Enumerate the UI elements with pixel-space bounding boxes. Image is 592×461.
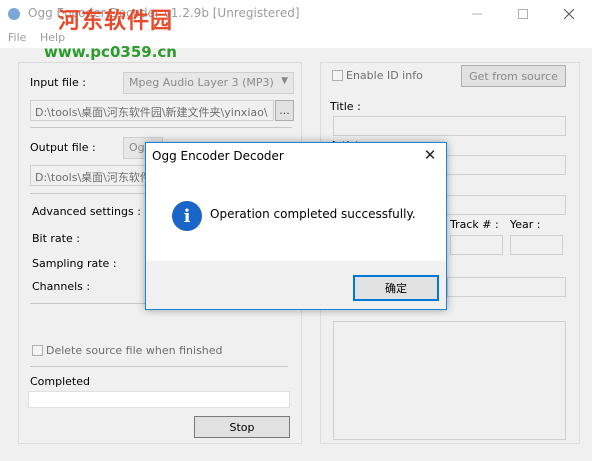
input-path-field[interactable]: D:\tools\桌面\河东软件园\新建文件夹\yinxiao\	[30, 100, 274, 121]
enable-id-label: Enable ID info	[346, 69, 423, 82]
delete-source-checkbox[interactable]	[32, 345, 43, 356]
title-label: Title :	[330, 100, 361, 113]
output-format-value: Og	[129, 141, 145, 154]
status-label: Completed	[30, 375, 90, 388]
genre-field[interactable]	[447, 277, 566, 297]
advanced-settings-label: Advanced settings :	[32, 205, 141, 218]
output-file-label: Output file :	[30, 141, 96, 154]
dialog-title: Ogg Encoder Decoder	[152, 149, 284, 163]
dialog-footer: 确定	[146, 261, 446, 309]
chevron-down-icon: ▼	[281, 76, 288, 86]
main-window: Ogg Encoder Decoder v1.2.9b [Unregistere…	[0, 0, 592, 461]
info-icon: i	[172, 201, 202, 231]
dialog-body: i Operation completed successfully.	[146, 173, 446, 261]
input-format-select[interactable]: Mpeg Audio Layer 3 (MP3) ▼	[123, 72, 294, 94]
output-path-field[interactable]: D:\tools\桌面\河东软件	[30, 165, 150, 186]
close-icon	[564, 9, 574, 19]
channels-label: Channels :	[32, 280, 91, 293]
close-button[interactable]	[546, 0, 592, 28]
track-label: Track # :	[450, 218, 499, 231]
maximize-icon	[518, 9, 528, 19]
track-field[interactable]	[450, 235, 503, 255]
divider	[30, 193, 150, 194]
input-file-label: Input file :	[30, 76, 86, 89]
comment-field[interactable]	[333, 321, 566, 440]
dialog-message: Operation completed successfully.	[210, 207, 416, 221]
watermark-url: www.pc0359.cn	[44, 43, 177, 61]
delete-source-label: Delete source file when finished	[46, 344, 223, 357]
year-field[interactable]	[510, 235, 563, 255]
info-icon-glyph: i	[183, 205, 191, 227]
input-format-value: Mpeg Audio Layer 3 (MP3)	[129, 76, 274, 89]
progress-bar	[28, 391, 290, 408]
browse-input-button[interactable]: ...	[275, 100, 294, 121]
app-icon	[8, 8, 20, 20]
title-field[interactable]	[333, 116, 566, 136]
bit-rate-label: Bit rate :	[32, 232, 80, 245]
dialog-close-icon[interactable]: ✕	[420, 146, 440, 164]
menu-file[interactable]: File	[8, 31, 26, 44]
watermark-brand: 河东软件园	[58, 8, 174, 34]
stop-button[interactable]: Stop	[194, 416, 290, 438]
maximize-button[interactable]	[500, 0, 546, 28]
ok-button[interactable]: 确定	[353, 275, 439, 301]
divider	[30, 366, 288, 367]
year-label: Year :	[510, 218, 541, 231]
message-dialog: Ogg Encoder Decoder ✕ i Operation comple…	[145, 142, 447, 310]
divider	[30, 303, 145, 304]
get-from-source-button[interactable]: Get from source	[461, 65, 566, 87]
enable-id-checkbox[interactable]	[332, 70, 343, 81]
minimize-icon	[472, 13, 482, 15]
minimize-button[interactable]	[454, 0, 500, 28]
divider	[30, 127, 292, 128]
sampling-rate-label: Sampling rate :	[32, 257, 117, 270]
